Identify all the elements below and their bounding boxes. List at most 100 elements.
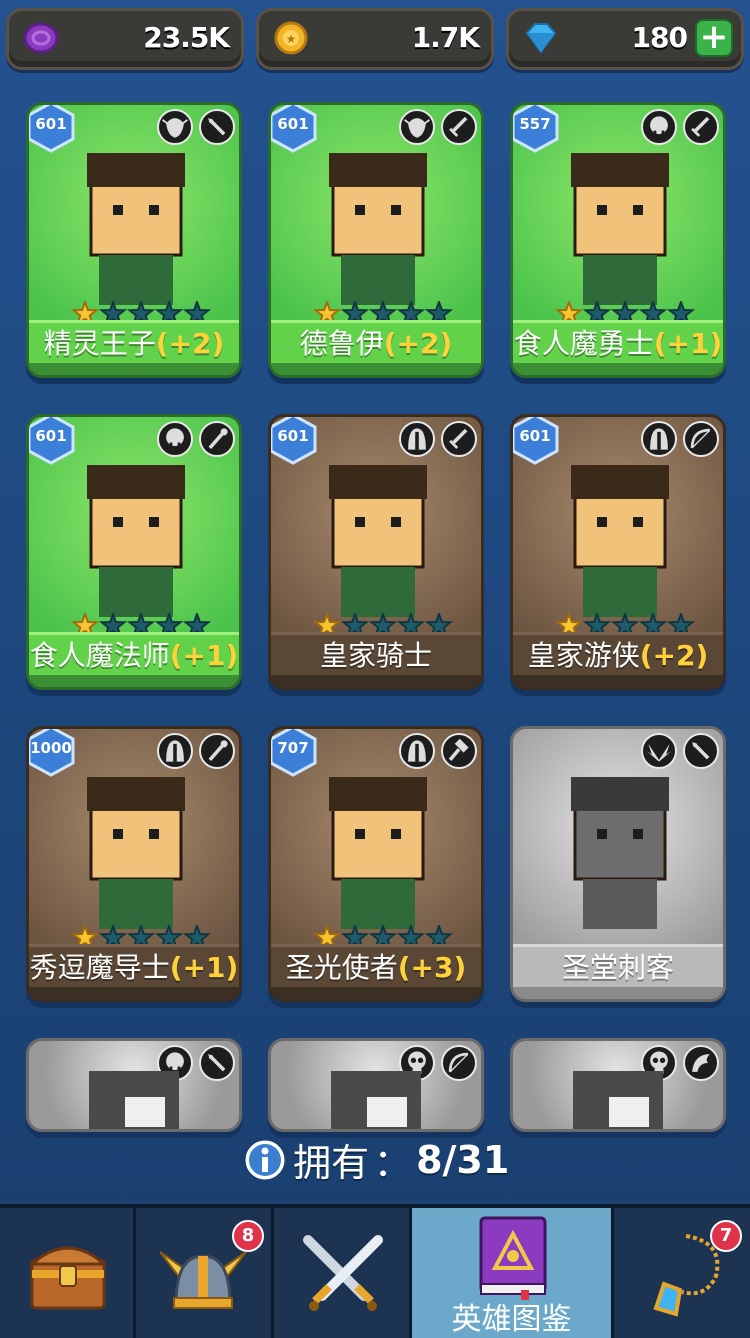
owned-counter: 拥有 ： 8/31 [0,1132,750,1196]
orc-icon [157,421,193,457]
hero-name-bar: 食人魔勇士(+1) [513,320,723,365]
orc-icon [641,109,677,145]
hero-level: 601 [35,115,67,133]
card-footer [513,675,723,687]
helmet-icon [399,733,435,769]
helmet-icon [399,421,435,457]
hero-name: 皇家游侠 [527,639,640,672]
hero-card[interactable]: 601 食人魔法师(+1) [26,414,242,690]
svg-text:★: ★ [286,32,297,46]
hero-name-bar: 食人魔法师(+1) [29,632,239,677]
bottom-tab-bar: 8 英雄图鉴 7 [0,1204,750,1338]
hero-name: 圣堂刺客 [561,951,674,984]
staff-icon [199,421,235,457]
potion-coin-icon [23,22,59,54]
sword-icon [683,109,719,145]
hero-card[interactable]: 601 皇家游侠(+2) [510,414,726,690]
hero-bonus: (+2) [155,327,225,360]
card-footer [29,675,239,687]
card-footer [271,987,481,999]
gold-coin-icon: ★ [274,21,308,55]
sword-icon [441,421,477,457]
potion-currency[interactable]: 23.5K [6,8,244,70]
hero-level: 601 [277,427,309,445]
gold-amount: 1.7K [411,21,480,54]
hero-level: 601 [519,427,551,445]
hero-card[interactable]: 601 精灵王子(+2) [26,102,242,378]
tab-chest[interactable] [0,1208,136,1338]
hero-name-bar: 皇家骑士 [271,632,481,677]
card-footer [29,363,239,375]
tab-amulet[interactable]: 7 [614,1208,750,1338]
hero-card-partial[interactable] [510,1038,726,1132]
add-gems-button[interactable]: + [695,19,733,57]
hero-name: 圣光使者 [285,951,398,984]
helmet-icon [157,733,193,769]
owned-colon: ： [373,1141,412,1185]
card-footer [29,987,239,999]
hero-level: 557 [519,115,551,133]
codex-tab-label: 英雄图鉴 [451,1302,572,1337]
hero-name-bar: 秀逗魔导士(+1) [29,944,239,989]
hero-card[interactable]: 1000 秀逗魔导士(+1) [26,726,242,1002]
level-badge: 601 [271,417,319,465]
owned-count: 8/31 [416,1137,510,1182]
elf-icon [399,109,435,145]
hero-name-bar: 圣光使者(+3) [271,944,481,989]
codex-book-icon [479,1216,547,1300]
hero-name: 精灵王子 [43,327,156,360]
hero-silhouette [89,1071,179,1129]
hero-name-bar: 德鲁伊(+2) [271,320,481,365]
hero-name-bar: 皇家游侠(+2) [513,632,723,677]
crossed-swords-icon [303,1235,383,1311]
hero-level: 1000 [30,739,72,757]
card-footer [513,363,723,375]
hero-silhouette [331,1071,421,1129]
level-badge: 1000 [29,729,77,777]
gem-currency[interactable]: 180 + [506,8,744,70]
bow-icon [683,421,719,457]
hero-level: 707 [277,739,309,757]
hero-codex-screen: 23.5K ★ 1.7K 180 + 601 精灵王子(+2) 601 德鲁伊(+2… [0,0,750,1338]
gold-currency[interactable]: ★ 1.7K [256,8,494,70]
level-badge: 601 [29,105,77,153]
hero-bonus: (+1) [653,327,723,360]
hero-bonus: (+3) [397,951,467,984]
amulet-notification-badge: 7 [710,1220,742,1252]
elf-icon [157,109,193,145]
level-badge: 601 [271,105,319,153]
card-footer [513,987,723,999]
wing-icon [641,733,677,769]
hero-card-partial[interactable] [268,1038,484,1132]
viking-helmet-icon [159,1251,247,1309]
hero-card[interactable]: 601 皇家骑士 [268,414,484,690]
hero-card[interactable]: 圣堂刺客 [510,726,726,1002]
dagger-icon [199,109,235,145]
hero-name-bar: 圣堂刺客 [513,944,723,989]
level-badge: 707 [271,729,319,777]
tab-battle[interactable] [274,1208,412,1338]
heroes-notification-badge: 8 [232,1220,264,1252]
hero-bonus: (+2) [383,327,453,360]
helmet-icon [641,421,677,457]
gem-amount: 180 [631,21,688,54]
tab-codex[interactable]: 英雄图鉴 [412,1208,614,1338]
sword-icon [441,109,477,145]
hero-card-partial[interactable] [26,1038,242,1132]
hero-silhouette [573,1071,663,1129]
treasure-chest-icon [28,1246,108,1310]
dagger-icon [683,733,719,769]
owned-label: 拥有 [293,1141,370,1185]
hero-name: 食人魔法师 [29,639,170,672]
card-footer [271,675,481,687]
hero-card[interactable]: 557 食人魔勇士(+1) [510,102,726,378]
staff-icon [199,733,235,769]
tab-heroes[interactable]: 8 [136,1208,274,1338]
info-icon[interactable] [241,1136,289,1184]
hero-card[interactable]: 601 德鲁伊(+2) [268,102,484,378]
hero-name: 食人魔勇士 [513,327,654,360]
gem-icon [525,23,557,54]
hero-card[interactable]: 707 圣光使者(+3) [268,726,484,1002]
hero-bonus: (+1) [169,951,239,984]
hero-name: 德鲁伊 [299,327,384,360]
